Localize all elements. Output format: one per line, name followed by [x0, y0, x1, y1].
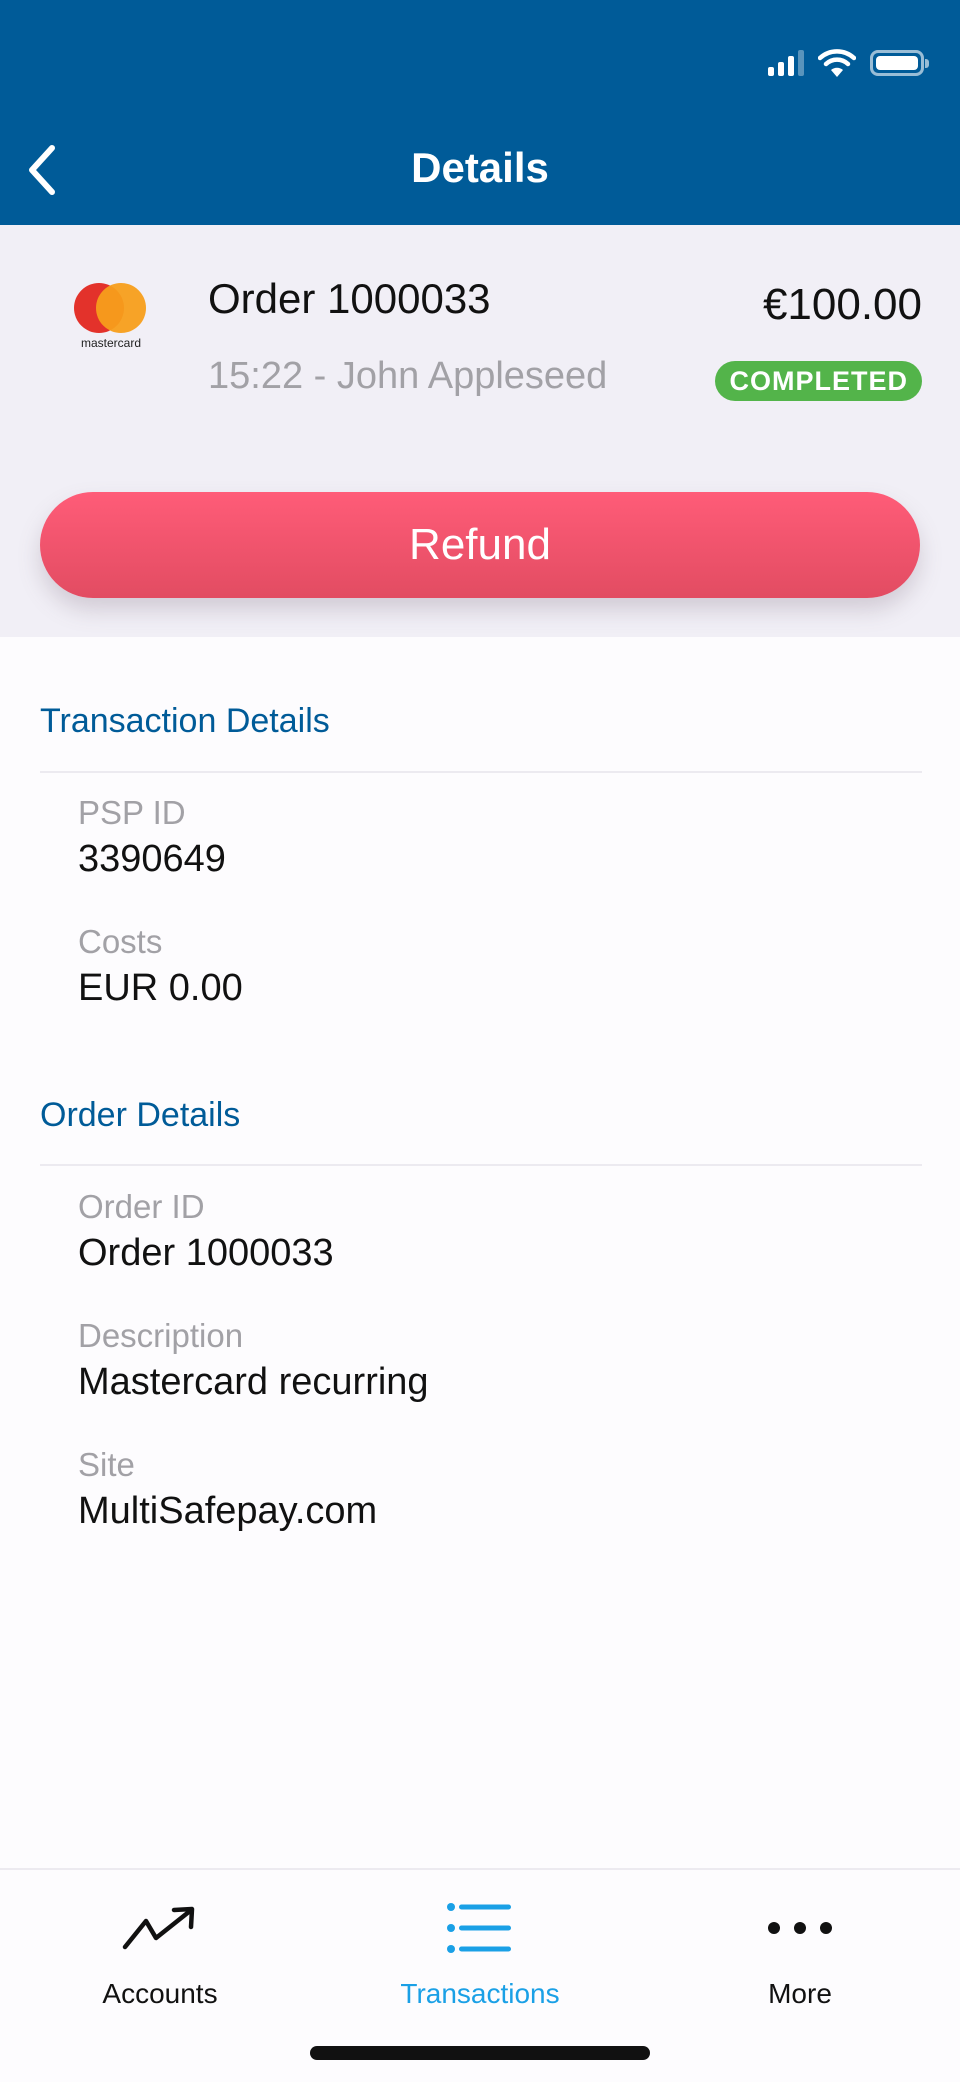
tab-more[interactable]: More	[640, 1890, 960, 2020]
order-title: Order 1000033	[208, 275, 491, 322]
field-value-description: Mastercard recurring	[78, 1361, 429, 1403]
order-subtitle: 15:22 - John Appleseed	[208, 355, 608, 397]
status-bar	[768, 46, 929, 80]
section-title-order-details: Order Details	[40, 1096, 241, 1134]
list-icon	[447, 1903, 511, 1953]
field-value-order-id: Order 1000033	[78, 1232, 334, 1274]
field-value-costs: EUR 0.00	[78, 967, 243, 1009]
tab-label: More	[768, 1978, 832, 2009]
field-label-site: Site	[78, 1446, 135, 1483]
page-title: Details	[411, 144, 549, 191]
refund-button[interactable]: Refund	[40, 492, 920, 598]
more-icon	[768, 1922, 832, 1934]
status-badge: COMPLETED	[715, 361, 922, 401]
tab-accounts[interactable]: Accounts	[0, 1890, 320, 2020]
field-label-order-id: Order ID	[78, 1188, 205, 1225]
trending-up-icon	[122, 1906, 195, 1950]
field-label-description: Description	[78, 1317, 244, 1354]
tab-label: Accounts	[102, 1978, 218, 2009]
field-value-psp-id: 3390649	[78, 838, 226, 880]
section-title-transaction-details: Transaction Details	[40, 702, 330, 740]
tab-transactions[interactable]: Transactions	[320, 1890, 640, 2020]
tab-label: Transactions	[400, 1978, 560, 2009]
mastercard-logo-text: mastercard	[80, 336, 142, 350]
wifi-icon	[818, 49, 856, 77]
navigation-bar: Details	[0, 0, 960, 225]
battery-icon	[870, 50, 929, 76]
field-label-psp-id: PSP ID	[78, 794, 186, 831]
transaction-amount: €100.00	[762, 280, 922, 329]
divider	[40, 771, 922, 773]
divider	[40, 1164, 922, 1166]
field-value-site: MultiSafepay.com	[78, 1490, 378, 1532]
field-label-costs: Costs	[78, 923, 163, 960]
home-indicator[interactable]	[310, 2046, 650, 2060]
mastercard-logo: mastercard	[72, 283, 150, 350]
signal-icon	[768, 50, 804, 76]
